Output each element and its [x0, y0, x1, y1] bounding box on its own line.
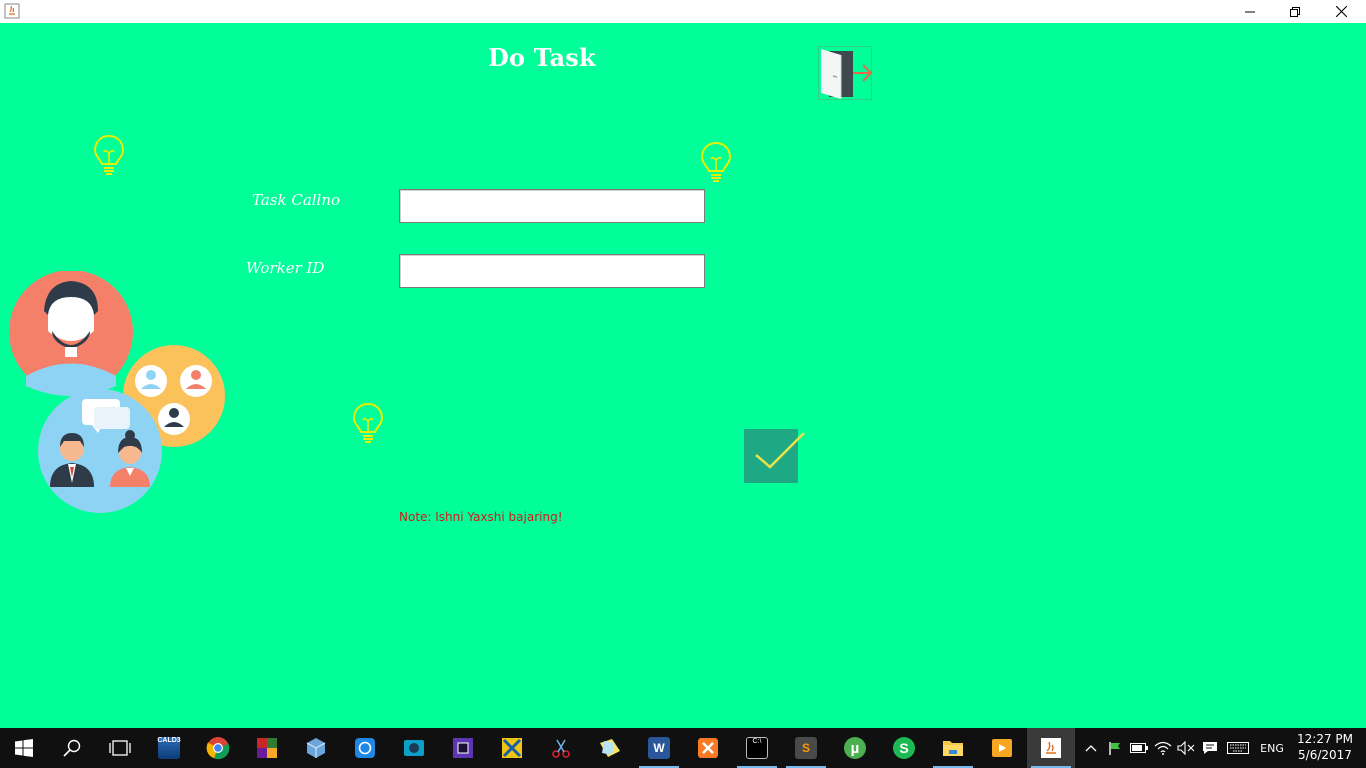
- netbeans-icon: [502, 738, 522, 758]
- minimize-icon: [1245, 11, 1255, 12]
- xampp-icon: [698, 738, 718, 758]
- people-illustration: [9, 271, 225, 513]
- chrome-icon: [206, 737, 230, 760]
- taskbar-app-word[interactable]: W: [635, 728, 683, 768]
- worker-id-input[interactable]: [399, 254, 705, 288]
- task-view-icon: [109, 740, 131, 756]
- task-view-button[interactable]: [96, 728, 144, 768]
- taskbar: CALD3 W C:\ S µ S ENG 12:27 PM 5/6/2017: [0, 728, 1366, 768]
- start-icon: [15, 739, 33, 757]
- taskbar-app-utorrent[interactable]: µ: [831, 728, 879, 768]
- restore-button[interactable]: [1272, 0, 1318, 23]
- tray-language[interactable]: ENG: [1254, 728, 1290, 768]
- java-app-icon: [4, 3, 20, 19]
- taskbar-app-xampp[interactable]: [684, 728, 732, 768]
- close-button[interactable]: [1318, 0, 1364, 23]
- minimize-button[interactable]: [1227, 0, 1273, 23]
- show-hidden-icons-button[interactable]: [1080, 728, 1102, 768]
- sync-app-icon: [355, 738, 375, 758]
- exit-button[interactable]: [818, 46, 873, 100]
- task-callno-label: Task Callno: [252, 191, 341, 209]
- cmd-icon: C:\: [746, 737, 768, 759]
- java-icon: [1041, 738, 1061, 758]
- calculator-app-icon: CALD3: [157, 737, 181, 759]
- word-icon: W: [648, 737, 670, 759]
- battery-icon: [1130, 743, 1148, 753]
- tray-volume[interactable]: [1175, 728, 1197, 768]
- chevron-up-icon: [1085, 745, 1097, 752]
- taskbar-app-sync[interactable]: [341, 728, 389, 768]
- note-text: Note: Ishni Yaxshi bajaring!: [399, 510, 563, 524]
- taskbar-app-s[interactable]: S: [880, 728, 928, 768]
- taskbar-app-snipping-tool[interactable]: [537, 728, 585, 768]
- taskbar-app-sticky-notes[interactable]: [586, 728, 634, 768]
- sticky-notes-icon: [600, 739, 620, 757]
- taskbar-app-file-explorer[interactable]: [929, 728, 977, 768]
- tray-notifications[interactable]: [1199, 728, 1221, 768]
- tray-clock[interactable]: 12:27 PM 5/6/2017: [1292, 731, 1358, 763]
- search-button[interactable]: [48, 728, 96, 768]
- taskbar-app-chrome[interactable]: [194, 728, 242, 768]
- checkmark-icon: [744, 429, 805, 483]
- flag-icon: [1109, 742, 1120, 755]
- volume-muted-icon: [1177, 741, 1195, 755]
- wifi-icon: [1154, 741, 1172, 755]
- taskbar-app-virtualbox[interactable]: [292, 728, 340, 768]
- virtualbox-icon: [306, 738, 326, 758]
- keyboard-icon: [1227, 742, 1249, 754]
- camera-app-icon: [404, 740, 424, 756]
- restore-icon: [1290, 6, 1300, 17]
- media-player-icon: [992, 739, 1012, 757]
- lightbulb-icon: [352, 402, 384, 443]
- tray-flag[interactable]: [1104, 728, 1126, 768]
- taskbar-app-cmd[interactable]: C:\: [733, 728, 781, 768]
- message-icon: [1203, 742, 1217, 754]
- tray-battery[interactable]: [1128, 728, 1150, 768]
- taskbar-app-calculator[interactable]: CALD3: [145, 728, 193, 768]
- clock-time: 12:27 PM: [1297, 732, 1353, 746]
- taskbar-app-chip[interactable]: [439, 728, 487, 768]
- close-icon: [1335, 6, 1347, 17]
- task-callno-input[interactable]: [399, 189, 705, 223]
- start-button[interactable]: [0, 728, 48, 768]
- page-title: Do Task: [488, 43, 596, 72]
- window-title-bar: [0, 0, 1366, 23]
- do-task-form: Do Task Task Callno Worker ID Note: Ishn…: [0, 23, 1366, 728]
- winrar-icon: [257, 738, 277, 758]
- taskbar-app-java[interactable]: [1027, 728, 1075, 768]
- taskbar-app-netbeans[interactable]: [488, 728, 536, 768]
- lightbulb-icon: [700, 141, 732, 182]
- exit-door-icon: [821, 49, 873, 99]
- tray-keyboard[interactable]: [1224, 728, 1252, 768]
- taskbar-app-winrar[interactable]: [243, 728, 291, 768]
- sublime-text-icon: S: [795, 737, 817, 759]
- confirm-button[interactable]: [744, 429, 806, 483]
- utorrent-icon: µ: [844, 737, 866, 759]
- snipping-tool-icon: [552, 739, 570, 758]
- s-app-icon: S: [893, 737, 915, 759]
- chip-app-icon: [453, 738, 473, 758]
- search-icon: [63, 739, 81, 757]
- file-explorer-icon: [943, 741, 963, 756]
- taskbar-app-camera[interactable]: [390, 728, 438, 768]
- lightbulb-icon: [93, 134, 125, 175]
- taskbar-app-media-player[interactable]: [978, 728, 1026, 768]
- clock-date: 5/6/2017: [1298, 748, 1352, 762]
- worker-id-label: Worker ID: [246, 259, 325, 277]
- taskbar-app-sublime[interactable]: S: [782, 728, 830, 768]
- tray-wifi[interactable]: [1152, 728, 1174, 768]
